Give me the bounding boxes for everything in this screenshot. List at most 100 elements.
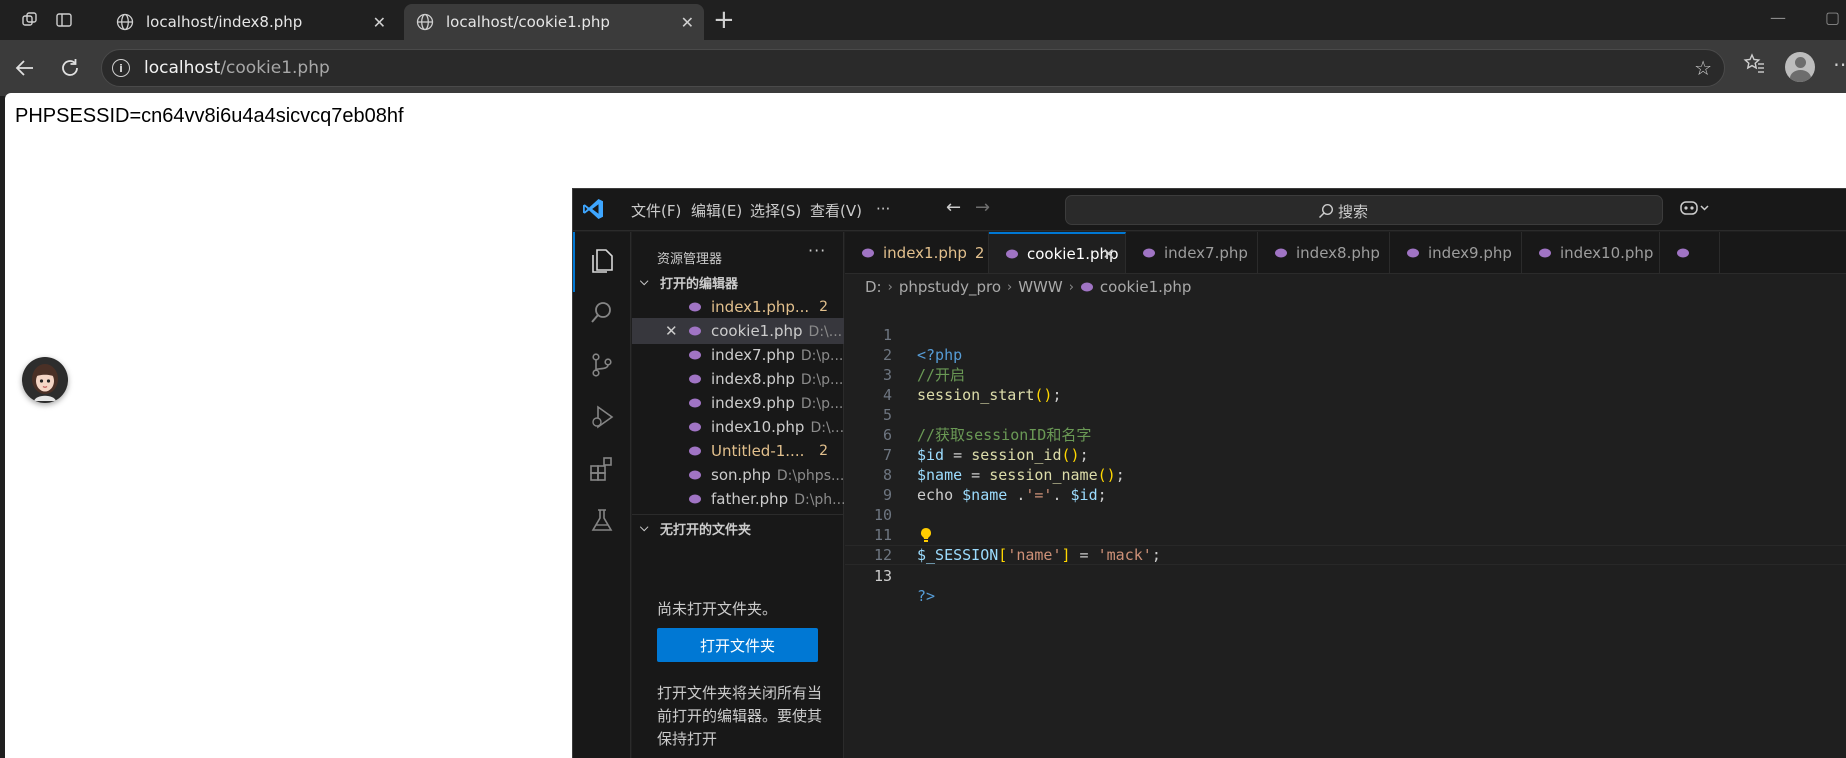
menu-view[interactable]: 查看(V) [810,200,862,221]
open-editor-name: index9.php D:\p... [711,394,843,412]
php-elephant-icon [862,248,874,258]
tab-overflow[interactable] [1660,232,1720,273]
nav-back-icon[interactable]: ← [946,197,961,218]
vscode-window: 文件(F) 编辑(E) 选择(S) 查看(V) ··· ← → 搜索 资源管理器… [572,188,1846,758]
nav-forward-icon[interactable]: → [975,197,990,218]
run-debug-icon[interactable] [585,400,619,434]
back-button[interactable] [11,54,39,82]
code-line: 12 [845,525,1846,564]
open-folder-description: 打开文件夹将关闭所有当前打开的编辑器。要使其保持打开 [657,684,823,748]
tab-index9[interactable]: index9.php [1390,232,1522,273]
code-line: 10 [845,485,1846,524]
extensions-icon[interactable] [585,452,619,486]
breadcrumb-item[interactable]: WWW [1018,278,1063,296]
code-line: 9 [845,465,1846,504]
tab-index7[interactable]: index7.php [1126,232,1258,273]
address-bar[interactable]: i localhost/cookie1.php ☆ [101,49,1725,87]
open-editor-item[interactable]: index8.php D:\p... [632,366,844,392]
open-editor-item[interactable]: son.php D:\phps... [632,462,844,488]
code-line-current: 13 ?> [845,545,1846,605]
breadcrumb-item[interactable]: D: [865,278,882,296]
close-icon[interactable]: ✕ [681,13,694,32]
address-url[interactable]: localhost/cookie1.php [144,58,330,78]
tab-label: index1.php [883,244,967,262]
vertical-tabs-icon[interactable] [51,8,77,32]
minimize-icon[interactable]: — [1770,8,1786,27]
open-editor-item[interactable]: Untitled-1.... 2 [632,438,844,464]
menu-more[interactable]: ··· [876,200,890,218]
workspaces-icon[interactable] [17,8,43,32]
tab-index1[interactable]: index1.php 2 [845,232,989,273]
tab-cookie1[interactable]: cookie1.php ✕ [989,232,1126,273]
active-indicator [573,232,575,292]
explorer-sidebar: 资源管理器 ··· ⌵ 打开的编辑器 index1.php... 2 ✕ coo… [632,232,844,758]
copilot-icon[interactable] [1679,198,1711,222]
close-icon[interactable]: ✕ [373,13,386,32]
menu-selection[interactable]: 选择(S) [750,200,801,221]
open-editor-item[interactable]: index1.php... 2 [632,294,844,320]
maximize-icon[interactable]: ▢ [1825,8,1840,27]
favorite-star-icon[interactable]: ☆ [1694,56,1712,80]
open-editor-item[interactable]: ✕ cookie1.php D:\... [632,318,844,344]
close-icon[interactable]: ✕ [665,322,678,340]
search-icon[interactable] [585,296,619,330]
more-icon[interactable]: ⋯ [1833,52,1846,76]
search-label: 搜索 [1338,203,1369,221]
url-path: /cookie1.php [220,58,330,78]
assistant-avatar[interactable] [22,357,68,403]
info-icon[interactable]: i [112,59,130,77]
php-elephant-icon [1539,248,1551,258]
breadcrumb: D: › phpstudy_pro › WWW › cookie1.php [845,275,1846,299]
tab-index10[interactable]: index10.php [1522,232,1660,273]
menu-edit[interactable]: 编辑(E) [691,200,742,221]
tab-label: index8.php [1296,244,1380,262]
browser-tab-cookie1[interactable]: localhost/cookie1.php ✕ [404,4,704,40]
close-icon[interactable]: ✕ [1102,245,1115,263]
open-editor-name: index10.php D:\... [711,418,844,436]
session-output-text: PHPSESSID=cn64vv8i6u4a4sicvcq7eb08hf [15,105,404,127]
vscode-logo-icon [583,199,603,219]
chevron-down-icon: ⌵ [640,275,649,288]
explorer-icon[interactable] [585,244,619,278]
search-icon [1318,203,1334,219]
browser-tab-index8[interactable]: localhost/index8.php ✕ [104,4,396,40]
code-line: 4 [845,365,1846,404]
open-editors-label: 打开的编辑器 [660,276,739,292]
chevron-down-icon: ⌵ [640,521,649,534]
refresh-button[interactable] [56,54,84,82]
open-editor-item[interactable]: father.php D:\ph... [632,486,844,512]
open-editor-name: father.php D:\ph... [711,490,844,508]
chevron-right-icon: › [1007,279,1013,295]
php-elephant-icon [1006,249,1018,259]
open-folder-button[interactable]: 打开文件夹 [657,628,818,662]
code-line: 5 //获取sessionID和名字 [845,385,1846,444]
code-editor[interactable]: 1 <?php 2 //开启 3 session_start(); 4 5 //… [845,301,1846,758]
browser-tab-strip: localhost/index8.php ✕ localhost/cookie1… [0,0,1846,40]
breadcrumb-item[interactable]: phpstudy_pro [899,278,1001,296]
editor-tabs: index1.php 2 cookie1.php ✕ index7.php in… [845,232,1846,274]
php-elephant-icon [689,494,701,504]
new-tab-button[interactable]: + [713,6,735,34]
favorites-icon[interactable] [1743,52,1765,79]
no-folder-header[interactable]: ⌵ 无打开的文件夹 [632,516,844,540]
breadcrumb-item[interactable]: cookie1.php [1100,278,1192,296]
file-path: D:\... [810,420,844,436]
browser-tab-title: localhost/index8.php [146,13,303,31]
open-editor-item[interactable]: index9.php D:\p... [632,390,844,416]
open-editor-item[interactable]: index10.php D:\... [632,414,844,440]
source-control-icon[interactable] [585,348,619,382]
command-center-search[interactable]: 搜索 [1065,195,1663,225]
sidebar-more-icon[interactable]: ··· [808,241,826,260]
tab-index8[interactable]: index8.php [1258,232,1390,273]
chevron-right-icon: › [887,279,893,295]
profile-avatar[interactable] [1785,52,1815,82]
code-line: 6 $id = session_id(); [845,405,1846,464]
menu-file[interactable]: 文件(F) [631,200,681,221]
open-editor-item[interactable]: index7.php D:\p... [632,342,844,368]
open-editors-header[interactable]: ⌵ 打开的编辑器 [632,270,844,294]
open-editor-name: index1.php... [711,298,810,316]
problem-badge: 2 [819,443,828,459]
no-folder-label: 无打开的文件夹 [660,522,752,538]
lightbulb-icon[interactable] [919,527,933,543]
testing-icon[interactable] [585,504,619,538]
